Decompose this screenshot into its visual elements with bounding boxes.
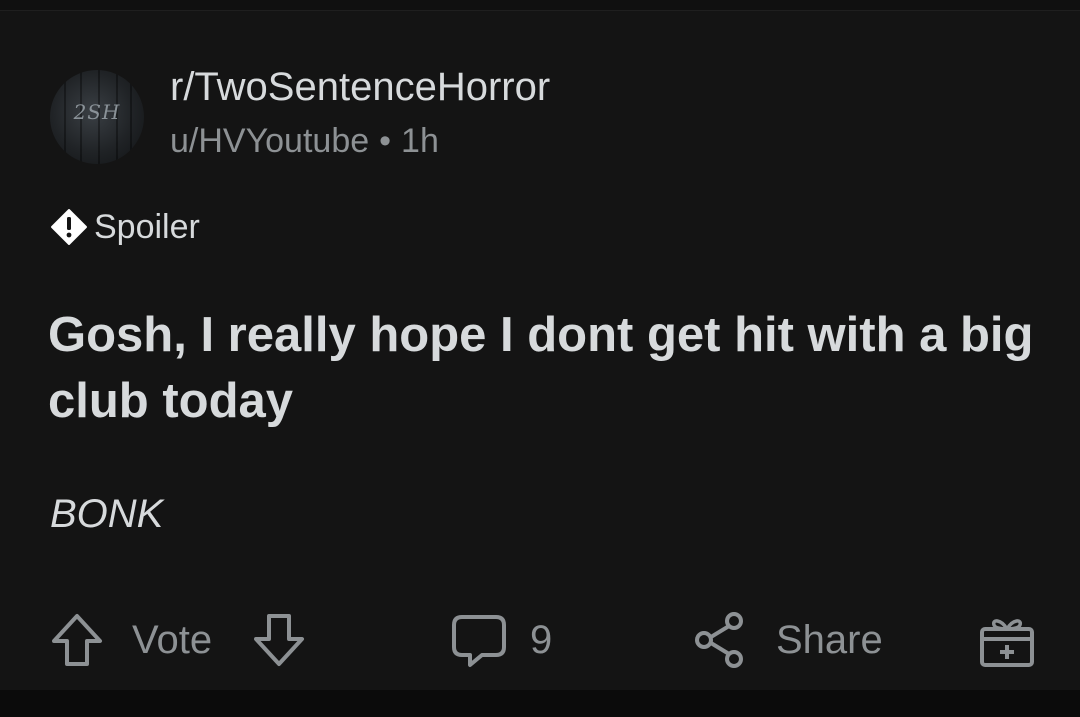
share-label: Share	[776, 617, 883, 662]
avatar-logo-text: 2SH	[73, 100, 121, 124]
post-card[interactable]: 2SH r/TwoSentenceHorror u/HVYoutube • 1h S…	[0, 10, 1080, 690]
post-age: 1h	[401, 122, 439, 160]
subreddit-name[interactable]: r/TwoSentenceHorror	[170, 65, 550, 110]
speech-bubble-icon	[448, 609, 510, 671]
gift-icon	[976, 609, 1038, 671]
upvote-button[interactable]	[48, 600, 106, 680]
vote-text: Vote	[132, 617, 213, 662]
alert-icon	[50, 208, 88, 246]
post-title[interactable]: Gosh, I really hope I dont get hit with …	[48, 302, 1038, 434]
author-link[interactable]: u/HVYoutube	[170, 122, 369, 160]
meta-separator: •	[379, 122, 392, 160]
subreddit-avatar[interactable]: 2SH	[50, 70, 144, 164]
downvote-button[interactable]	[250, 600, 308, 680]
post-meta: u/HVYoutube • 1h	[170, 122, 439, 161]
arrow-down-icon	[250, 610, 308, 670]
post-body: BONK	[50, 492, 164, 536]
comment-count: 9	[530, 617, 553, 662]
spoiler-label: Spoiler	[94, 207, 200, 246]
bottom-divider	[0, 690, 1080, 717]
vote-label: Vote	[132, 600, 212, 680]
comments-button[interactable]: 9	[448, 600, 552, 680]
arrow-up-icon	[48, 610, 106, 670]
action-bar: Vote 9 Share	[0, 600, 1080, 680]
spoiler-tag: Spoiler	[50, 207, 200, 247]
share-button[interactable]: Share	[690, 600, 883, 680]
award-button[interactable]	[976, 600, 1038, 680]
share-icon	[690, 609, 750, 671]
